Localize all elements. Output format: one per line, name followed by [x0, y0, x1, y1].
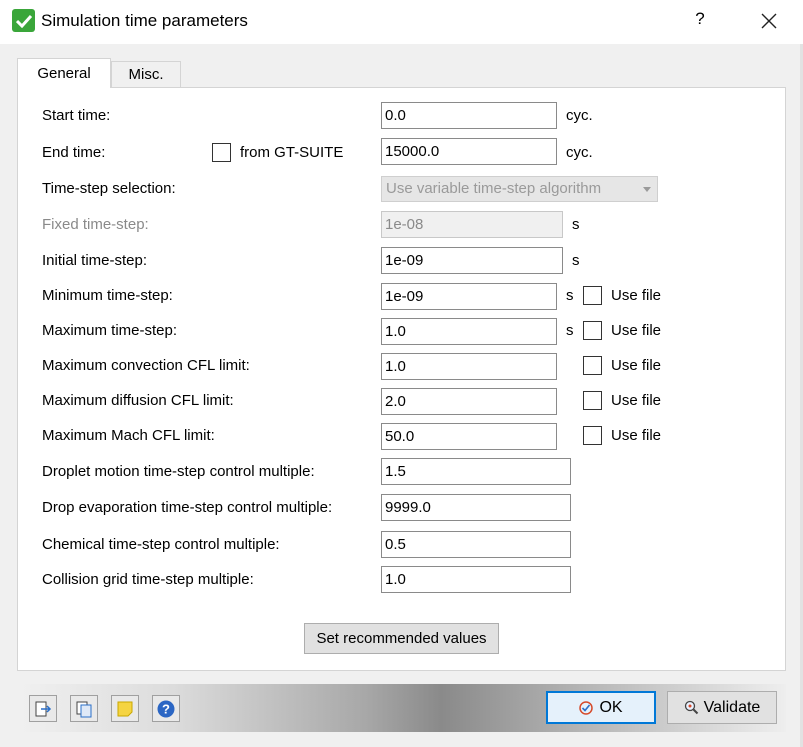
copy-icon[interactable]: [70, 695, 98, 722]
ok-button-label: OK: [599, 698, 623, 716]
ok-button[interactable]: OK: [546, 691, 656, 724]
initial-time-step-unit: s: [572, 252, 580, 269]
fixed-time-step-unit: s: [572, 216, 580, 233]
end-time-input[interactable]: [381, 138, 557, 165]
note-icon[interactable]: [111, 695, 139, 722]
start-time-unit: cyc.: [566, 107, 593, 124]
chemical-input[interactable]: [381, 531, 571, 558]
collision-grid-input[interactable]: [381, 566, 571, 593]
from-gt-suite-checkbox[interactable]: [212, 143, 231, 162]
green-check-icon: [12, 9, 35, 32]
chemical-label: Chemical time-step control multiple:: [42, 536, 280, 553]
minimum-time-step-label: Minimum time-step:: [42, 287, 173, 304]
max-diffusion-cfl-use-file-checkbox[interactable]: [583, 391, 602, 410]
window-title: Simulation time parameters: [41, 11, 248, 30]
export-icon[interactable]: [29, 695, 57, 722]
validate-button-label: Validate: [703, 698, 761, 716]
validate-button[interactable]: Validate: [667, 691, 777, 724]
maximum-time-step-unit: s: [566, 322, 574, 339]
time-step-selection-value: Use variable time-step algorithm: [386, 180, 602, 197]
max-convection-cfl-use-file-checkbox[interactable]: [583, 356, 602, 375]
max-mach-cfl-input[interactable]: [381, 423, 557, 450]
maximum-time-step-input[interactable]: [381, 318, 557, 345]
droplet-motion-label: Droplet motion time-step control multipl…: [42, 463, 315, 480]
max-mach-cfl-use-file-label: Use file: [611, 427, 662, 444]
help-button[interactable]: ?: [690, 9, 710, 33]
fixed-time-step-label: Fixed time-step:: [42, 216, 149, 233]
time-step-selection-dropdown[interactable]: Use variable time-step algorithm: [381, 176, 658, 202]
from-gt-suite-label: from GT-SUITE: [240, 144, 344, 161]
max-mach-cfl-use-file-checkbox[interactable]: [583, 426, 602, 445]
end-time-unit: cyc.: [566, 144, 593, 161]
minimum-time-step-unit: s: [566, 287, 574, 304]
minimum-time-step-use-file-label: Use file: [611, 287, 662, 304]
ok-check-icon: [579, 700, 594, 715]
maximum-time-step-label: Maximum time-step:: [42, 322, 178, 339]
initial-time-step-label: Initial time-step:: [42, 252, 148, 269]
tab-misc[interactable]: Misc.: [111, 61, 181, 87]
close-icon: [761, 13, 777, 29]
max-convection-cfl-use-file-label: Use file: [611, 357, 662, 374]
max-convection-cfl-input[interactable]: [381, 353, 557, 380]
max-diffusion-cfl-use-file-label: Use file: [611, 392, 662, 409]
title-bar: Simulation time parameters ?: [0, 0, 803, 44]
max-diffusion-cfl-label: Maximum diffusion CFL limit:: [42, 392, 234, 409]
magnifier-icon: [684, 700, 698, 715]
time-step-selection-label: Time-step selection:: [42, 180, 176, 197]
minimum-time-step-use-file-checkbox[interactable]: [583, 286, 602, 305]
maximum-time-step-use-file-label: Use file: [611, 322, 662, 339]
max-mach-cfl-label: Maximum Mach CFL limit:: [42, 427, 215, 444]
droplet-motion-input[interactable]: [381, 458, 571, 485]
start-time-label: Start time:: [42, 107, 111, 124]
help-icon[interactable]: ?: [152, 695, 180, 722]
drop-evaporation-input[interactable]: [381, 494, 571, 521]
close-button[interactable]: [757, 8, 781, 34]
minimum-time-step-input[interactable]: [381, 283, 557, 310]
initial-time-step-input[interactable]: [381, 247, 563, 274]
start-time-input[interactable]: [381, 102, 557, 129]
drop-evaporation-label: Drop evaporation time-step control multi…: [42, 499, 333, 516]
set-recommended-values-button[interactable]: Set recommended values: [304, 623, 499, 654]
maximum-time-step-use-file-checkbox[interactable]: [583, 321, 602, 340]
max-convection-cfl-label: Maximum convection CFL limit:: [42, 357, 250, 374]
chevron-down-icon: [643, 187, 651, 192]
end-time-label: End time:: [42, 144, 106, 161]
svg-text:?: ?: [162, 701, 170, 716]
tab-general[interactable]: General: [17, 58, 111, 88]
fixed-time-step-input: [381, 211, 563, 238]
max-diffusion-cfl-input[interactable]: [381, 388, 557, 415]
collision-grid-label: Collision grid time-step multiple:: [42, 571, 254, 588]
